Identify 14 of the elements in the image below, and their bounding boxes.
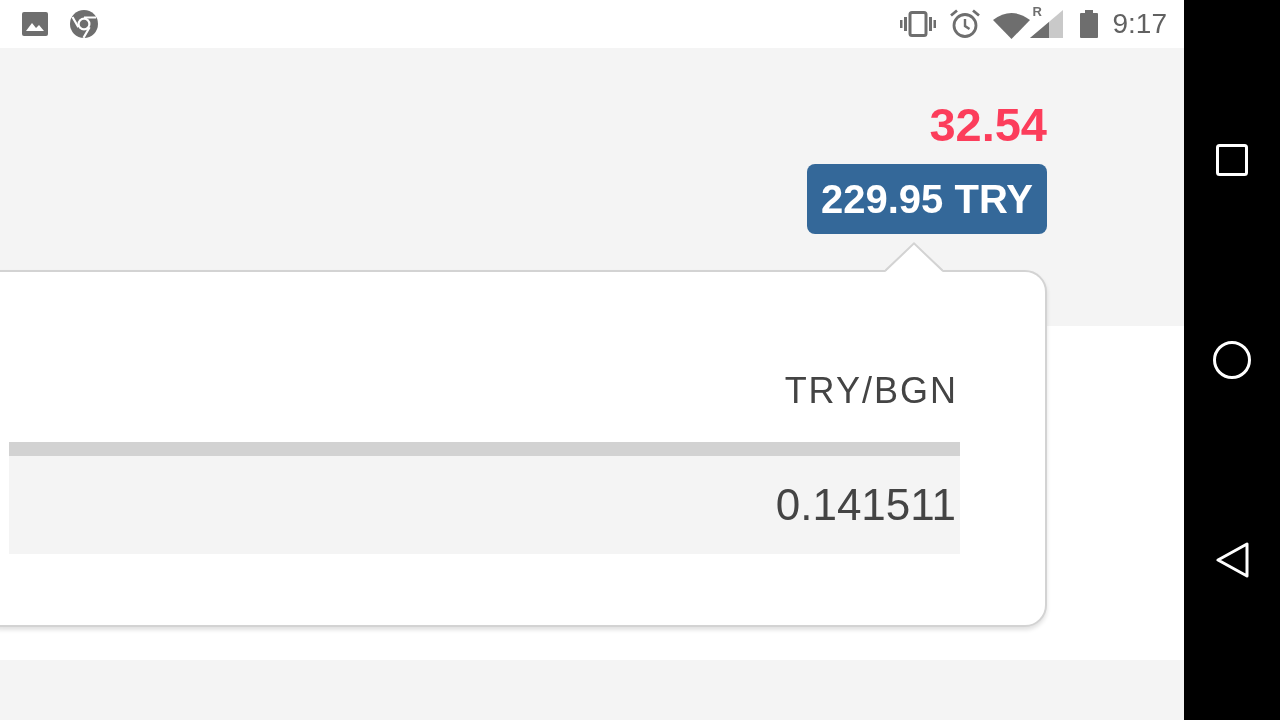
back-triangle-icon — [1215, 542, 1249, 578]
price-change: 32.54 — [929, 101, 1047, 148]
rate-value: 0.141511 — [775, 479, 956, 531]
browser-icon — [70, 10, 98, 38]
battery-icon — [1079, 10, 1098, 38]
clock-time: 9:17 — [1112, 8, 1167, 40]
column-header: TRY/BGN — [784, 369, 958, 413]
vibrate-icon — [899, 11, 936, 37]
image-icon — [22, 12, 48, 36]
roaming-indicator: R — [1032, 5, 1042, 19]
circle-icon — [1213, 341, 1251, 379]
alarm-icon — [949, 9, 980, 39]
square-icon — [1216, 144, 1248, 176]
price-badge: 229.95 TRY — [807, 164, 1047, 234]
